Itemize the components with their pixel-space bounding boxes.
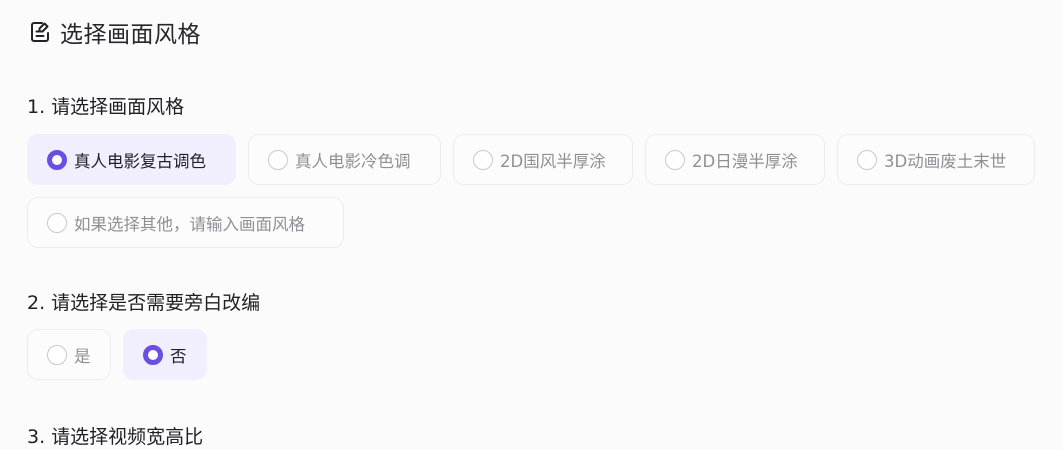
option-style-3d-wasteland[interactable]: 3D动画废土末世 <box>837 134 1035 185</box>
option-label: 如果选择其他，请输入画面风格 <box>74 214 305 234</box>
option-label: 是 <box>74 346 91 366</box>
option-style-other[interactable]: 如果选择其他，请输入画面风格 <box>27 197 344 248</box>
option-narration-yes[interactable]: 是 <box>27 329 111 380</box>
page-header: 选择画面风格 <box>28 14 201 50</box>
option-style-2d-guofeng[interactable]: 2D国风半厚涂 <box>453 134 633 185</box>
page-title: 选择画面风格 <box>60 22 201 48</box>
radio-icon <box>268 149 288 170</box>
question-3-title: 3. 请选择视频宽高比 <box>27 426 204 448</box>
radio-icon <box>857 149 877 170</box>
option-label: 真人电影冷色调 <box>295 151 411 171</box>
question-2-title: 2. 请选择是否需要旁白改编 <box>27 292 261 314</box>
radio-selected-icon <box>47 149 67 170</box>
radio-icon <box>47 212 67 233</box>
option-label: 2D国风半厚涂 <box>500 151 606 171</box>
option-style-retro-film[interactable]: 真人电影复古调色 <box>27 134 236 185</box>
option-narration-no[interactable]: 否 <box>123 329 207 380</box>
option-label: 真人电影复古调色 <box>74 151 206 171</box>
edit-note-icon <box>28 20 52 44</box>
radio-selected-icon <box>143 344 163 365</box>
radio-icon <box>47 344 67 365</box>
option-label: 否 <box>170 346 187 366</box>
radio-icon <box>665 149 685 170</box>
option-style-cool-film[interactable]: 真人电影冷色调 <box>248 134 441 185</box>
radio-icon <box>473 149 493 170</box>
option-label: 2D日漫半厚涂 <box>692 151 798 171</box>
question-1-title: 1. 请选择画面风格 <box>27 96 185 118</box>
option-label: 3D动画废土末世 <box>884 151 1007 171</box>
option-style-2d-anime[interactable]: 2D日漫半厚涂 <box>645 134 825 185</box>
